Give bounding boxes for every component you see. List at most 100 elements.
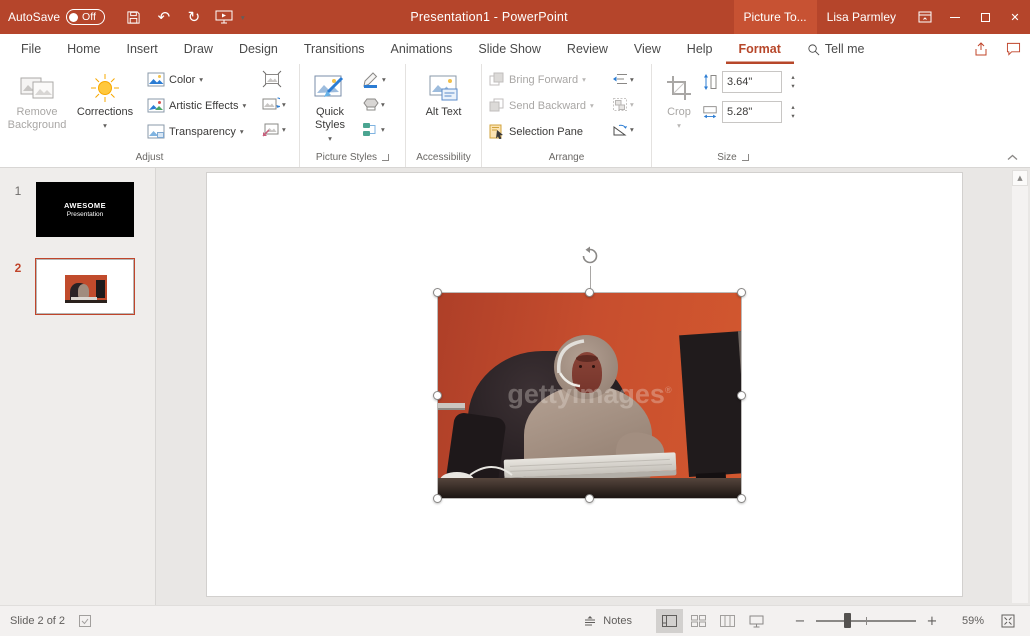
tab-slide-show[interactable]: Slide Show — [465, 34, 554, 64]
reset-picture-button[interactable]: ▾ — [260, 118, 288, 140]
notes-label: Notes — [603, 615, 632, 627]
normal-view-button[interactable] — [656, 609, 683, 633]
close-button[interactable]: ✕ — [1000, 0, 1030, 34]
slide-show-view-icon — [749, 615, 764, 628]
spinner-up-icon[interactable]: ▴ — [786, 103, 800, 112]
corrections-label: Corrections — [77, 106, 133, 119]
tab-design[interactable]: Design — [226, 34, 291, 64]
picture-border-button[interactable]: ▾ — [360, 68, 388, 90]
resize-handle-top-left[interactable] — [433, 288, 442, 297]
shape-width-input[interactable] — [722, 101, 782, 123]
bring-forward-button[interactable]: Bring Forward ▾ — [486, 67, 604, 92]
picture-layout-button[interactable]: ▾ — [360, 118, 388, 140]
reading-view-button[interactable] — [714, 609, 741, 633]
corrections-button[interactable]: Corrections ▾ — [70, 67, 140, 132]
notes-button[interactable]: Notes — [583, 615, 632, 628]
tab-home[interactable]: Home — [54, 34, 113, 64]
user-name[interactable]: Lisa Parmley — [817, 10, 910, 24]
vertical-scrollbar[interactable]: ▲ — [1012, 170, 1028, 603]
rotate-objects-button[interactable]: ▾ — [610, 118, 636, 140]
bring-forward-icon — [489, 72, 505, 87]
picture-effects-button[interactable]: ▾ — [360, 93, 388, 115]
tab-format[interactable]: Format — [726, 34, 794, 64]
tab-review[interactable]: Review — [554, 34, 621, 64]
size-dialog-launcher-icon[interactable] — [742, 154, 749, 161]
contextual-tab-header[interactable]: Picture To... — [734, 0, 817, 34]
start-slideshow-button[interactable] — [209, 4, 239, 30]
redo-button[interactable]: ↻ — [179, 4, 209, 30]
resize-handle-bottom-right[interactable] — [737, 494, 746, 503]
align-button[interactable]: ▾ — [610, 68, 636, 90]
selection-pane-icon — [489, 124, 505, 139]
scroll-up-icon[interactable]: ▲ — [1012, 170, 1028, 186]
resize-handle-middle-left[interactable] — [433, 391, 442, 400]
maximize-button[interactable] — [970, 0, 1000, 34]
change-picture-button[interactable]: ▾ — [260, 93, 288, 115]
alt-text-button[interactable]: Alt Text — [418, 67, 470, 119]
search-icon — [807, 43, 820, 56]
zoom-slider[interactable] — [816, 610, 916, 632]
slide-sorter-view-button[interactable] — [685, 609, 712, 633]
tab-insert[interactable]: Insert — [114, 34, 171, 64]
autosave-toggle[interactable]: AutoSave Off — [8, 9, 105, 25]
resize-handle-bottom-left[interactable] — [433, 494, 442, 503]
undo-button[interactable]: ↶ — [149, 4, 179, 30]
zoom-in-button[interactable]: + — [922, 610, 942, 632]
shape-height-input[interactable] — [722, 71, 782, 93]
spinner-down-icon[interactable]: ▾ — [786, 112, 800, 121]
slide-surface[interactable]: gettyimages® — [206, 172, 963, 597]
rotate-handle[interactable] — [580, 246, 600, 269]
send-backward-button[interactable]: Send Backward ▾ — [486, 93, 604, 118]
shape-height-spinner[interactable]: ▴▾ — [786, 73, 800, 91]
ribbon-display-options-button[interactable] — [910, 0, 940, 34]
zoom-slider-thumb[interactable] — [844, 613, 851, 628]
comments-button[interactable] — [998, 34, 1028, 64]
shape-width-spinner[interactable]: ▴▾ — [786, 103, 800, 121]
crop-button[interactable]: Crop ▾ — [656, 67, 702, 132]
arrange-group-label: Arrange — [549, 152, 585, 163]
resize-handle-middle-right[interactable] — [737, 391, 746, 400]
corrections-caret-icon: ▾ — [103, 119, 107, 132]
tab-file[interactable]: File — [8, 34, 54, 64]
picture-styles-dialog-launcher-icon[interactable] — [382, 154, 389, 161]
compress-pictures-button[interactable] — [260, 68, 288, 90]
tab-draw[interactable]: Draw — [171, 34, 226, 64]
tab-transitions[interactable]: Transitions — [291, 34, 378, 64]
save-button[interactable] — [119, 4, 149, 30]
slide-1-thumbnail-text: AWESOME Presentation — [36, 182, 134, 237]
slide-1-thumbnail[interactable]: AWESOME Presentation — [36, 182, 134, 237]
selected-picture[interactable]: gettyimages® — [438, 293, 741, 498]
collapse-ribbon-button[interactable] — [1007, 149, 1018, 164]
zoom-level[interactable]: 59% — [952, 615, 984, 627]
spinner-down-icon[interactable]: ▾ — [786, 82, 800, 91]
share-button[interactable] — [966, 34, 996, 64]
tab-help[interactable]: Help — [674, 34, 726, 64]
tab-tell-me[interactable]: Tell me — [794, 34, 878, 64]
compress-pictures-icon — [262, 70, 282, 88]
adjust-menu-column: Color ▾ Artistic Effects ▾ Transparency … — [140, 67, 260, 144]
accessibility-checker-icon[interactable] — [79, 615, 91, 627]
tab-view[interactable]: View — [621, 34, 674, 64]
selection-pane-button[interactable]: Selection Pane — [486, 119, 604, 144]
color-button[interactable]: Color ▾ — [144, 67, 260, 92]
zoom-out-button[interactable]: − — [790, 610, 810, 632]
resize-handle-top-center[interactable] — [585, 288, 594, 297]
resize-handle-bottom-center[interactable] — [585, 494, 594, 503]
transparency-button[interactable]: Transparency ▾ — [144, 119, 260, 144]
spinner-up-icon[interactable]: ▴ — [786, 73, 800, 82]
fit-to-window-button[interactable] — [996, 610, 1020, 632]
slide-2-thumbnail[interactable] — [36, 259, 134, 314]
group-objects-button[interactable]: ▾ — [610, 93, 636, 115]
quick-styles-button[interactable]: Quick Styles ▾ — [304, 67, 356, 145]
remove-background-button[interactable]: Remove Background — [4, 67, 70, 132]
artistic-effects-button[interactable]: Artistic Effects ▾ — [144, 93, 260, 118]
rotate-objects-caret-icon: ▾ — [630, 125, 634, 134]
share-icon — [973, 42, 989, 57]
resize-handle-top-right[interactable] — [737, 288, 746, 297]
tab-animations[interactable]: Animations — [378, 34, 466, 64]
artistic-effects-label: Artistic Effects — [169, 100, 238, 112]
slide-show-view-button[interactable] — [743, 609, 770, 633]
picture-border-caret-icon: ▾ — [382, 75, 386, 84]
minimize-button[interactable] — [940, 0, 970, 34]
normal-view-icon — [662, 615, 677, 627]
